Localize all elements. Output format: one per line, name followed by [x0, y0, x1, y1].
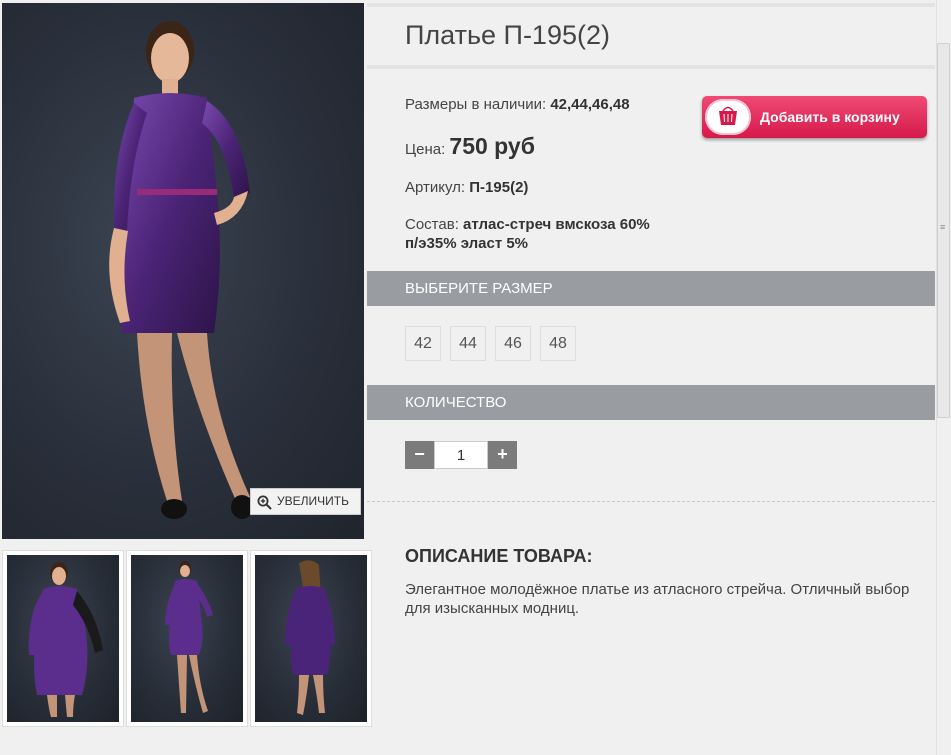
quantity-input[interactable] — [434, 441, 488, 469]
thumbnail-1[interactable] — [2, 550, 124, 727]
thumbnail-2[interactable] — [126, 550, 248, 727]
size-section-header: ВЫБЕРИТЕ РАЗМЕР — [367, 271, 935, 306]
composition-value-line2: п/э35% эласт 5% — [405, 235, 529, 252]
basket-icon — [705, 99, 751, 135]
zoom-in-icon — [257, 494, 272, 519]
composition: Состав: атлас-стреч вмскоза 60% п/э35% э… — [405, 215, 650, 253]
main-product-photo[interactable] — [2, 3, 364, 539]
description-text: Элегантное молодёжное платье из атласног… — [405, 581, 910, 617]
thumbnail-figure — [28, 562, 103, 717]
size-option-42[interactable]: 42 — [405, 326, 441, 361]
description-heading: ОПИСАНИЕ ТОВАРА: — [405, 546, 593, 566]
quantity-decrement-button[interactable]: − — [405, 441, 434, 469]
article-value: П-195(2) — [469, 179, 529, 196]
thumbnail-figure — [285, 560, 335, 715]
sizes-label: Размеры в наличии: — [405, 96, 547, 113]
size-option-44[interactable]: 44 — [450, 326, 486, 361]
scrollbar-grip-icon: ≡ — [940, 222, 946, 232]
price-label: Цена: — [405, 141, 446, 158]
add-to-cart-button[interactable]: Добавить в корзину — [702, 96, 927, 138]
quantity-section-header: КОЛИЧЕСТВО — [367, 385, 935, 420]
sizes-value: 42,44,46,48 — [550, 96, 630, 113]
model-figure — [109, 21, 253, 519]
add-to-cart-label: Добавить в корзину — [760, 109, 900, 125]
article-label: Артикул: — [405, 179, 466, 196]
composition-value-line1: атлас-стреч вмскоза 60% — [463, 216, 650, 233]
divider — [367, 501, 935, 502]
size-option-48[interactable]: 48 — [540, 326, 576, 361]
thumbnail-figure — [165, 561, 213, 713]
size-option-46[interactable]: 46 — [495, 326, 531, 361]
price: Цена: 750 руб — [405, 133, 535, 160]
zoom-label: УВЕЛИЧИТЬ — [277, 494, 349, 508]
sizes-available: Размеры в наличии: 42,44,46,48 — [405, 96, 630, 113]
product-title: Платье П-195(2) — [405, 20, 610, 50]
quantity-increment-button[interactable]: + — [488, 441, 517, 469]
price-value: 750 руб — [449, 133, 535, 159]
zoom-button[interactable]: УВЕЛИЧИТЬ — [250, 488, 361, 515]
article: Артикул: П-195(2) — [405, 179, 528, 196]
composition-label: Состав: — [405, 216, 459, 233]
thumbnail-3[interactable] — [250, 550, 372, 727]
